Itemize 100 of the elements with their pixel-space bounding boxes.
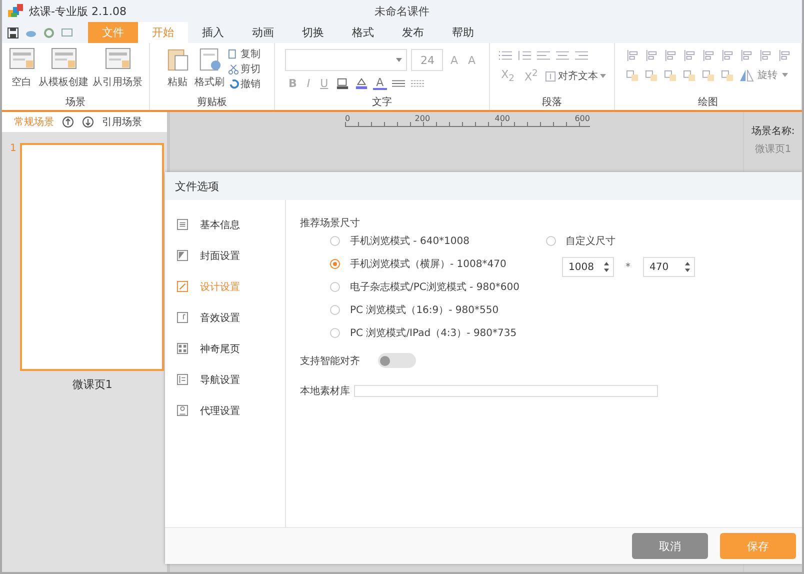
arrange-shape-icon[interactable]: [624, 68, 640, 82]
spinner-arrows-icon[interactable]: [604, 262, 609, 272]
fill-color-icon[interactable]: [354, 77, 370, 90]
scissors-icon: [228, 64, 238, 74]
radio-button[interactable]: [546, 236, 556, 246]
group-label: 文字: [372, 97, 392, 110]
setting-label: 本地素材库: [300, 384, 350, 398]
radio-button[interactable]: [330, 282, 340, 292]
align-right-icon[interactable]: [574, 49, 590, 62]
bullet-list-icon[interactable]: [498, 49, 514, 62]
clipboard-button[interactable]: 复制: [228, 47, 260, 61]
move-up-icon[interactable]: [62, 116, 74, 128]
width-spinner[interactable]: 1008: [562, 257, 614, 277]
clipboard-button[interactable]: 撤销: [228, 77, 260, 91]
paste-button[interactable]: 粘贴: [164, 47, 192, 89]
option-label: PC 浏览模式/IPad（4:3）- 980*735: [350, 326, 517, 340]
height-spinner[interactable]: 470: [642, 257, 695, 277]
highlight-icon[interactable]: [335, 77, 350, 90]
option-label: 电子杂志模式/PC浏览模式 - 980*600: [350, 280, 520, 294]
toggle-switch[interactable]: [378, 353, 416, 368]
format-painter-button[interactable]: 格式刷: [194, 47, 226, 89]
move-down-icon[interactable]: [82, 116, 94, 128]
spinner-arrows-icon[interactable]: [684, 262, 690, 272]
slide-layout-icon: [8, 47, 34, 72]
scene-tab[interactable]: 引用场景: [102, 115, 142, 129]
arrange-shape-icon[interactable]: [682, 68, 696, 82]
section-label: 推荐场景尺寸: [300, 216, 361, 230]
ruler: 0 200 400 600: [345, 114, 590, 127]
radio-button[interactable]: [330, 236, 340, 246]
setting-label: 支持智能对齐: [300, 354, 360, 368]
align-center-icon[interactable]: [555, 49, 570, 62]
grid-icon: [177, 343, 188, 354]
flip-icon[interactable]: [738, 68, 754, 82]
ribbon-tab[interactable]: 切换: [288, 22, 338, 43]
settings-nav-item[interactable]: 音效设置: [165, 307, 285, 328]
ribbon-tab[interactable]: 插入: [188, 22, 238, 43]
list-icon: [177, 219, 188, 230]
option-label: 手机浏览模式 - 640*1008: [350, 234, 470, 248]
align-left-icon[interactable]: [536, 49, 552, 62]
font-color-button[interactable]: A: [373, 77, 387, 90]
line-spacing-icon[interactable]: [517, 49, 532, 62]
arrange-shape-icon[interactable]: [644, 68, 658, 82]
align-shape-icon[interactable]: [682, 49, 696, 62]
copy-icon: [228, 48, 238, 60]
caret-icon: [396, 58, 402, 62]
align-shape-icon[interactable]: [624, 49, 640, 62]
ribbon-tab[interactable]: 发布: [388, 22, 438, 43]
align-shape-icon[interactable]: [776, 49, 792, 62]
align-shape-icon[interactable]: [644, 49, 658, 62]
ribbon-tab[interactable]: 动画: [238, 22, 288, 43]
scene-button[interactable]: 空白: [8, 47, 36, 89]
settings-nav-item[interactable]: 导航设置: [165, 369, 285, 390]
arrange-shape-icon[interactable]: [700, 68, 716, 82]
align-shape-icon[interactable]: [738, 49, 754, 62]
library-path-field[interactable]: [354, 385, 658, 397]
arrange-shape-icon[interactable]: [662, 68, 678, 82]
align-shape-icon[interactable]: [700, 49, 716, 62]
property-label: 场景名称:: [751, 124, 795, 138]
align-text-icon: [544, 70, 556, 82]
ribbon-tab[interactable]: 格式: [338, 22, 388, 43]
property-value: 微课页1: [754, 143, 792, 156]
slide-layout-icon: [50, 47, 76, 72]
arrange-shape-icon[interactable]: [720, 68, 734, 82]
pencil-icon: [177, 281, 188, 292]
caret-icon[interactable]: [782, 73, 788, 77]
radio-button[interactable]: [330, 258, 340, 268]
app-title: 炫课-专业版 2.1.08: [29, 4, 126, 18]
align-shape-icon[interactable]: [758, 49, 772, 62]
scene-button[interactable]: 从引用场景: [92, 47, 144, 89]
settings-nav-item[interactable]: 神奇尾页: [165, 338, 285, 359]
undo-icon: [228, 78, 238, 90]
settings-nav-item[interactable]: 基本信息: [165, 214, 285, 235]
slide-number: 1: [10, 143, 16, 156]
document-title: 未命名课件: [374, 4, 430, 19]
align-shape-icon[interactable]: [720, 49, 734, 62]
settings-nav-item[interactable]: 封面设置: [165, 245, 285, 266]
radio-button[interactable]: [330, 304, 340, 314]
group-label: 剪贴板: [197, 97, 227, 110]
group-label: 绘图: [698, 97, 718, 110]
clipboard-button[interactable]: 剪切: [228, 62, 260, 76]
save-icon[interactable]: [7, 26, 19, 38]
sidebar-icon: [177, 374, 188, 385]
font-name-field[interactable]: [285, 49, 408, 71]
app-logo-icon: [8, 4, 24, 18]
settings-nav-item[interactable]: 代理设置: [165, 400, 285, 421]
slide-layout-icon: [104, 47, 130, 72]
option-label: 手机浏览模式（横屏）- 1008*470: [350, 258, 506, 270]
slide-thumbnail[interactable]: [20, 143, 164, 371]
align-text-button[interactable]: 对齐文本: [544, 69, 606, 84]
group-label: 段落: [542, 97, 562, 110]
radio-button[interactable]: [330, 328, 340, 338]
ribbon-tab[interactable]: 帮助: [438, 22, 488, 43]
group-label: 场景: [66, 97, 86, 110]
caret-icon: [600, 74, 606, 78]
dialog-title: 文件选项: [175, 178, 219, 194]
align-shape-icon[interactable]: [662, 49, 678, 62]
image-icon: [177, 250, 188, 261]
option-label: PC 浏览模式（16:9）- 980*550: [350, 304, 499, 316]
rotate-button[interactable]: 旋转: [758, 68, 778, 82]
scene-button[interactable]: 从模板创建: [38, 47, 90, 89]
